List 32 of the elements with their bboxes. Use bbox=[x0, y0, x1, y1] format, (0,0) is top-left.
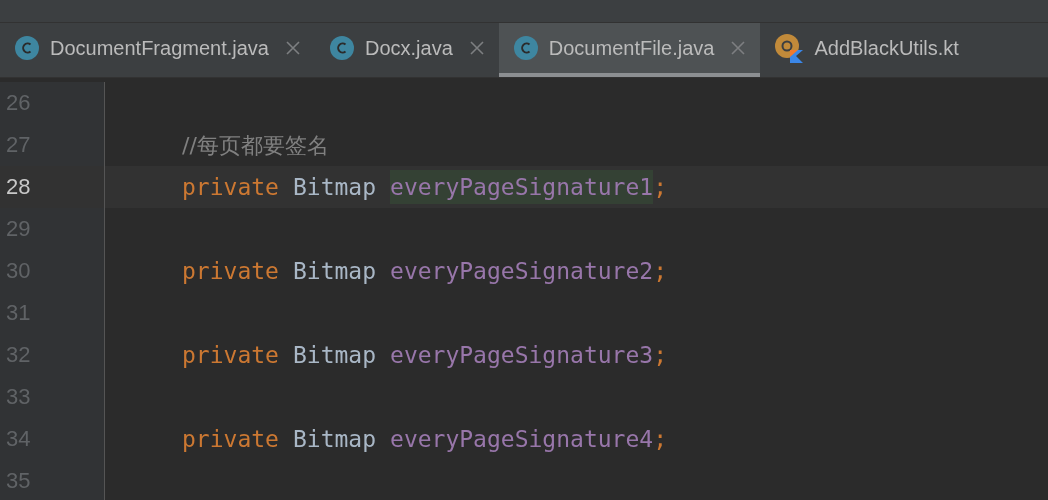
code-keyword: private bbox=[182, 256, 279, 286]
code-type: Bitmap bbox=[292, 256, 377, 286]
code-punct: ; bbox=[653, 172, 667, 202]
class-icon bbox=[14, 35, 40, 61]
tab-label: AddBlackUtils.kt bbox=[814, 36, 959, 61]
code-field: everyPageSignature1 bbox=[390, 169, 654, 205]
class-icon bbox=[329, 35, 355, 61]
close-icon[interactable] bbox=[468, 40, 485, 56]
code-type: Bitmap bbox=[292, 424, 377, 454]
kotlin-file-icon bbox=[774, 33, 805, 63]
code-comment: //每页都要签名 bbox=[182, 131, 329, 160]
editor-tab[interactable]: AddBlackUtils.kt bbox=[760, 23, 973, 77]
code-field: everyPageSignature4 bbox=[390, 421, 654, 457]
code-keyword: private bbox=[182, 172, 279, 202]
code-punct: ; bbox=[653, 256, 667, 286]
editor-tab[interactable]: Docx.java bbox=[315, 23, 499, 77]
tab-label: Docx.java bbox=[365, 36, 453, 61]
code-type: Bitmap bbox=[292, 172, 377, 202]
class-icon bbox=[512, 35, 539, 61]
tab-label: DocumentFragment.java bbox=[50, 36, 269, 61]
code-punct: ; bbox=[653, 340, 667, 370]
code-type: Bitmap bbox=[292, 340, 377, 370]
close-icon[interactable] bbox=[730, 40, 747, 56]
code-punct: ; bbox=[653, 424, 667, 454]
code-field: everyPageSignature2 bbox=[390, 253, 654, 289]
code-keyword: private bbox=[182, 340, 279, 370]
code-keyword: private bbox=[182, 424, 279, 454]
close-icon[interactable] bbox=[285, 40, 301, 56]
editor-tab[interactable]: DocumentFragment.java bbox=[0, 23, 315, 77]
tab-label: DocumentFile.java bbox=[548, 36, 715, 61]
editor-tab[interactable]: DocumentFile.java bbox=[498, 23, 761, 77]
code-field: everyPageSignature3 bbox=[390, 337, 654, 373]
